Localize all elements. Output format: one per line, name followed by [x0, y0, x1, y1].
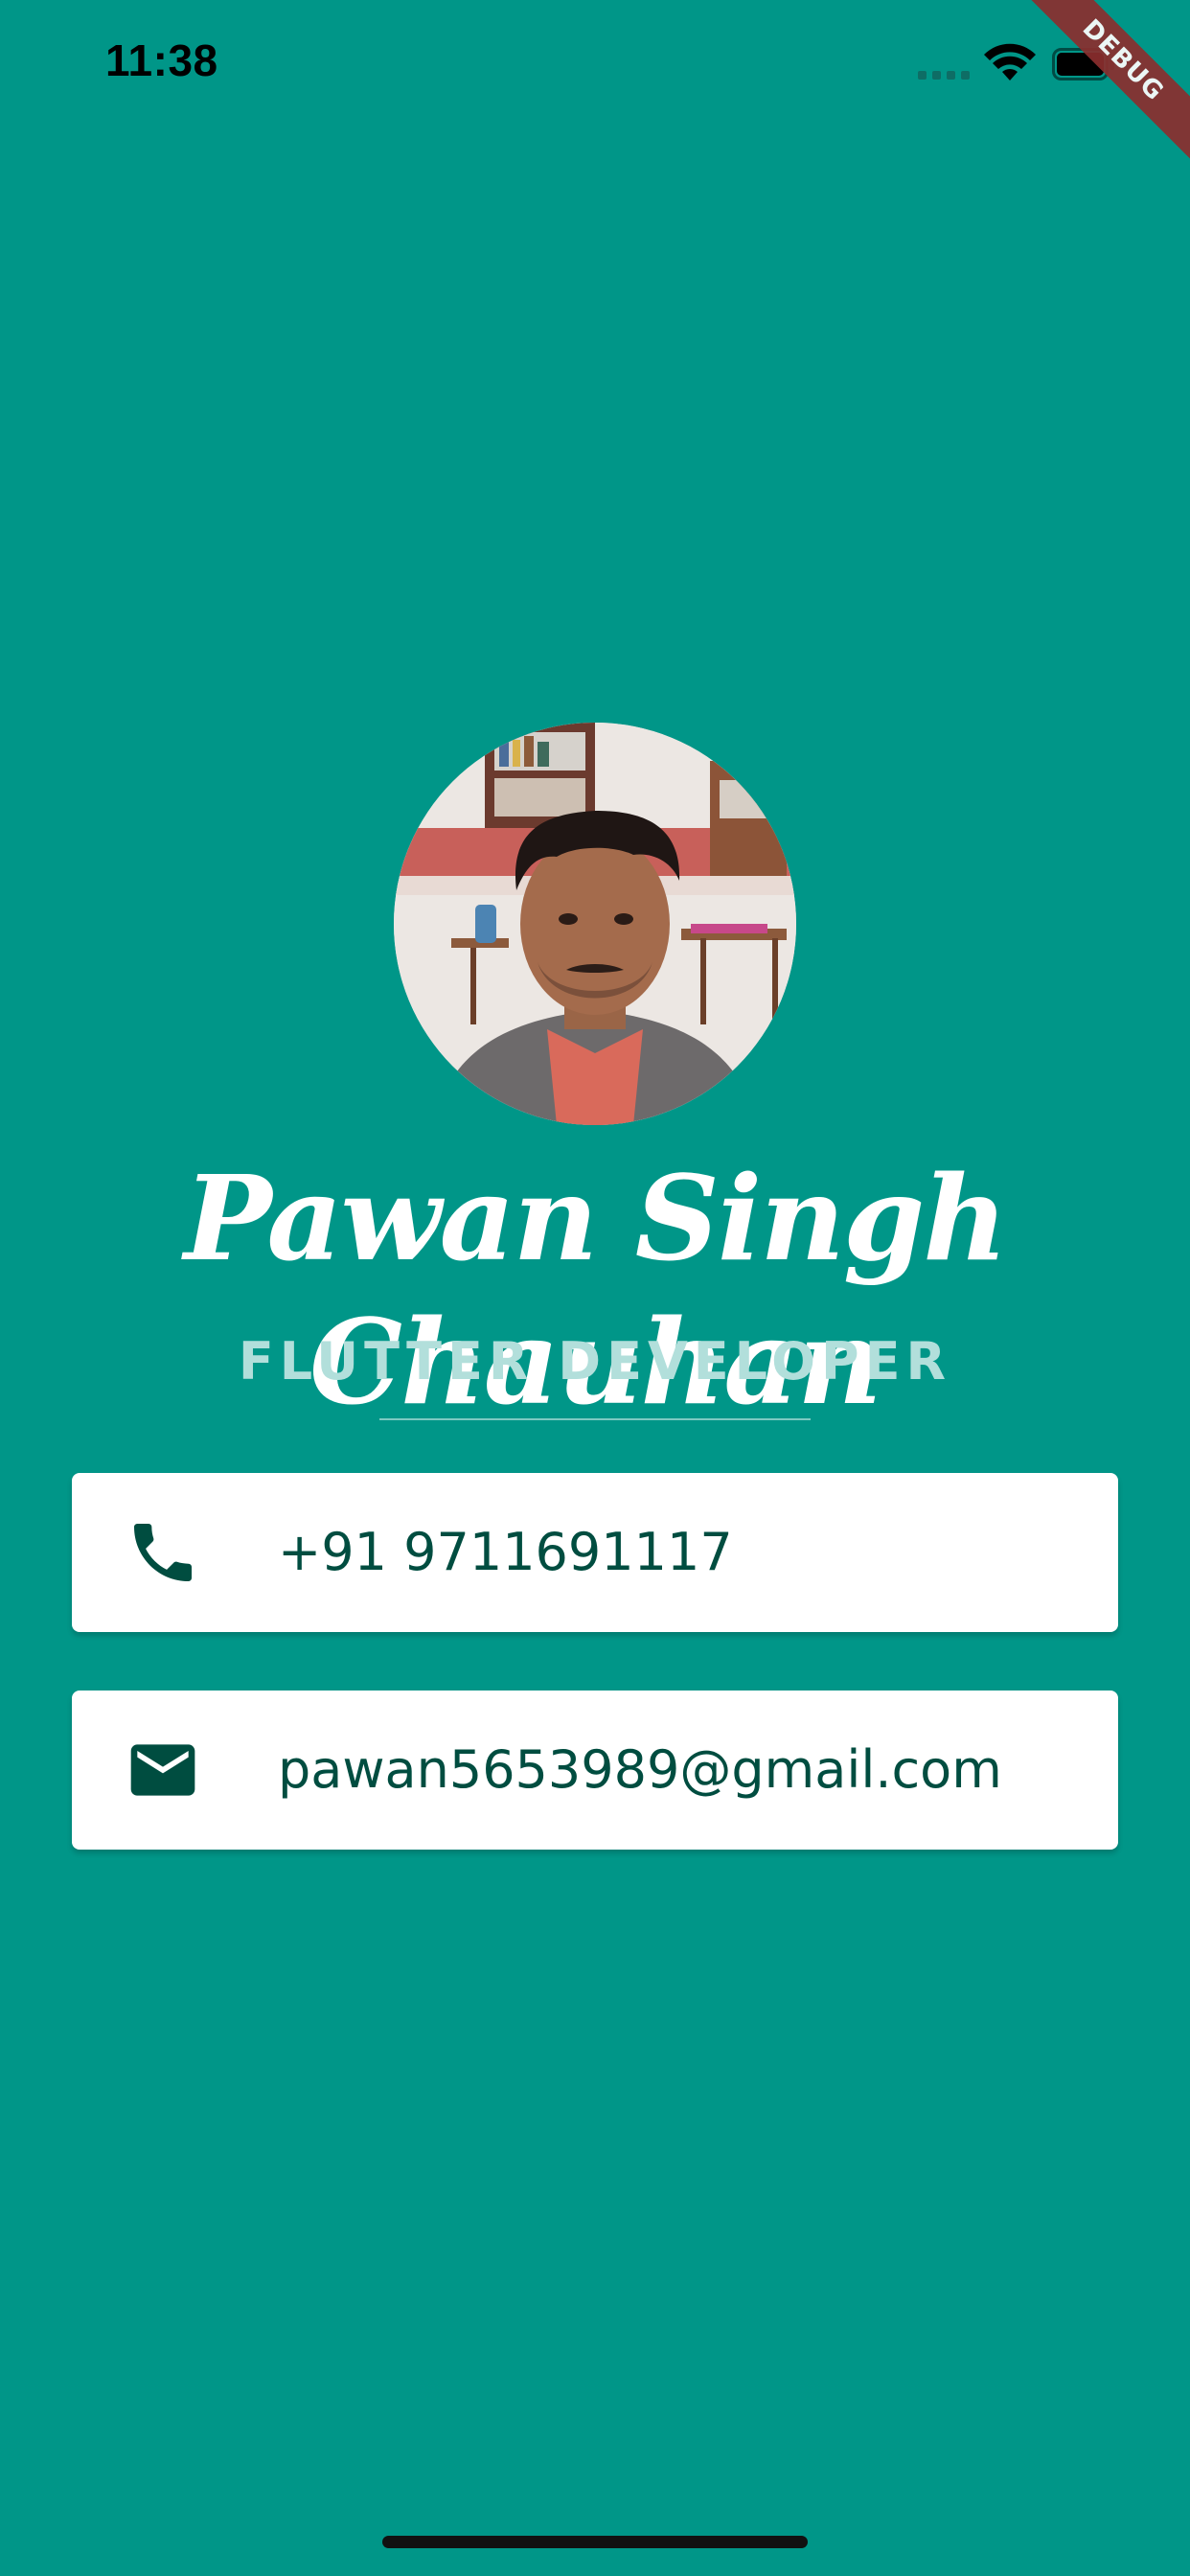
status-time: 11:38: [105, 35, 218, 85]
status-bar: 11:38: [0, 0, 1190, 134]
profile-photo: [394, 723, 796, 1125]
mail-icon: [125, 1732, 201, 1808]
email-card[interactable]: pawan5653989@gmail.com: [72, 1690, 1118, 1850]
home-indicator[interactable]: [382, 2536, 808, 2548]
phone-number: +91 9711691117: [278, 1522, 733, 1582]
avatar: [394, 723, 796, 1125]
phone-card[interactable]: +91 9711691117: [72, 1473, 1118, 1632]
phone-icon: [125, 1514, 201, 1591]
job-title: FLUTTER DEVELOPER: [238, 1331, 952, 1392]
wifi-icon: [984, 43, 1036, 80]
divider: [379, 1418, 811, 1420]
email-address: pawan5653989@gmail.com: [278, 1739, 1002, 1800]
cellular-signal-icon: [918, 71, 970, 80]
